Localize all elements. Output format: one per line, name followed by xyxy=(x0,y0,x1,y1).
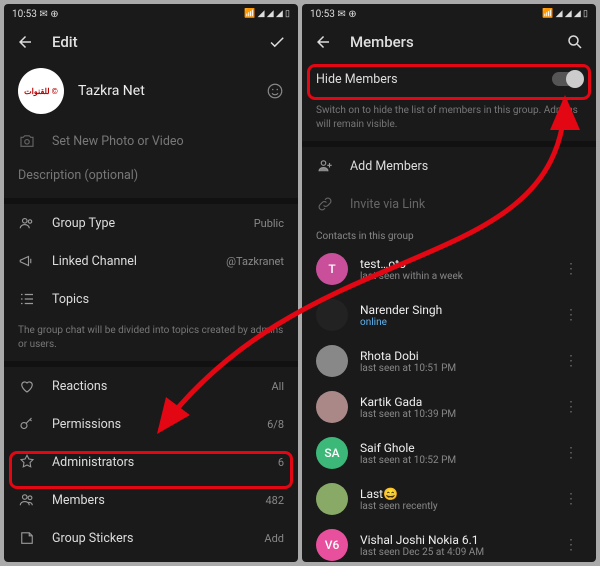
member-status: last seen at 10:39 PM xyxy=(360,409,548,420)
key-icon xyxy=(18,415,36,433)
member-name: Narender Singh xyxy=(360,303,548,317)
status-bar: 10:53 ✉ ⊕ 📶 ◢ ◢ ◢ ▯ xyxy=(4,4,298,24)
more-icon[interactable]: ⋮ xyxy=(560,307,582,323)
more-icon[interactable]: ⋮ xyxy=(560,353,582,369)
member-status: last seen Dec 25 at 4:09 AM xyxy=(360,547,548,558)
member-status: last seen at 10:51 PM xyxy=(360,363,548,374)
page-title: Members xyxy=(350,33,548,51)
more-icon[interactable]: ⋮ xyxy=(560,399,582,415)
member-info: Rhota Dobilast seen at 10:51 PM xyxy=(360,349,548,374)
add-person-icon xyxy=(316,157,334,175)
member-info: Kartik Gadalast seen at 10:39 PM xyxy=(360,395,548,420)
member-name: Saif Ghole xyxy=(360,441,548,455)
member-name: test…oto xyxy=(360,257,548,271)
camera-icon xyxy=(18,132,36,150)
sticker-icon xyxy=(18,529,36,547)
back-arrow-icon[interactable] xyxy=(16,33,34,51)
add-members-row[interactable]: Add Members xyxy=(302,147,596,185)
members-row[interactable]: Members 482 xyxy=(4,481,298,519)
group-name-input[interactable]: Tazkra Net xyxy=(78,83,252,99)
page-title: Edit xyxy=(52,33,250,51)
status-bar: 10:53 ✉ ⊕ 📶 ◢ ◢ ◢ ▯ xyxy=(302,4,596,24)
member-status: online xyxy=(360,317,548,328)
hide-members-row[interactable]: Hide Members xyxy=(302,60,596,98)
star-icon xyxy=(18,453,36,471)
member-name: Kartik Gada xyxy=(360,395,548,409)
member-name: Vishal Joshi Nokia 6.1 xyxy=(360,533,548,547)
topics-helper: The group chat will be divided into topi… xyxy=(4,318,298,361)
linked-channel-row[interactable]: Linked Channel @Tazkranet xyxy=(4,242,298,280)
emoji-icon[interactable] xyxy=(266,82,284,100)
back-arrow-icon[interactable] xyxy=(314,33,332,51)
more-icon[interactable]: ⋮ xyxy=(560,445,582,461)
member-row[interactable]: SA Saif Gholelast seen at 10:52 PM ⋮ xyxy=(302,430,596,476)
group-type-row[interactable]: Group Type Public xyxy=(4,204,298,242)
member-row[interactable]: Ttest…otolast seen within a week ⋮ xyxy=(302,246,596,292)
member-avatar xyxy=(316,483,348,515)
invite-via-link-row[interactable]: Invite via Link xyxy=(302,185,596,223)
member-avatar: V6 xyxy=(316,529,348,561)
member-info: test…otolast seen within a week xyxy=(360,257,548,282)
permissions-row[interactable]: Permissions 6/8 xyxy=(4,405,298,443)
link-icon xyxy=(316,195,334,213)
list-icon xyxy=(18,290,36,308)
member-avatar: T xyxy=(316,253,348,285)
more-icon[interactable]: ⋮ xyxy=(560,261,582,277)
member-row[interactable]: V6 Vishal Joshi Nokia 6.1last seen Dec 25… xyxy=(302,522,596,562)
member-info: Vishal Joshi Nokia 6.1last seen Dec 25 a… xyxy=(360,533,548,558)
group-stickers-row[interactable]: Group Stickers Add xyxy=(4,519,298,557)
topics-row[interactable]: Topics xyxy=(4,280,298,318)
phone-left-edit-screen: 10:53 ✉ ⊕ 📶 ◢ ◢ ◢ ▯ Edit للقنوات © Tazkr… xyxy=(4,4,298,562)
member-info: Narender Singhonline xyxy=(360,303,548,328)
member-status: last seen within a week xyxy=(360,271,548,282)
phone-right-members-screen: 10:53 ✉ ⊕ 📶 ◢ ◢ ◢ ▯ Members Hide Members… xyxy=(302,4,596,562)
member-row[interactable]: Kartik Gadalast seen at 10:39 PM ⋮ xyxy=(302,384,596,430)
member-row[interactable]: Rhota Dobilast seen at 10:51 PM ⋮ xyxy=(302,338,596,384)
members-icon xyxy=(18,491,36,509)
heart-icon xyxy=(18,377,36,395)
stickers-helper: You can choose a sticker set that will b… xyxy=(4,557,298,562)
set-photo-row[interactable]: Set New Photo or Video xyxy=(4,122,298,160)
member-row[interactable]: Narender Singhonline ⋮ xyxy=(302,292,596,338)
member-info: Saif Gholelast seen at 10:52 PM xyxy=(360,441,548,466)
member-avatar xyxy=(316,391,348,423)
contacts-header: Contacts in this group xyxy=(302,223,596,246)
member-avatar xyxy=(316,345,348,377)
group-avatar[interactable]: للقنوات © xyxy=(18,68,64,114)
member-name: Last😄 xyxy=(360,487,548,501)
megaphone-icon xyxy=(18,252,36,270)
confirm-check-icon[interactable] xyxy=(268,33,286,51)
member-status: last seen at 10:52 PM xyxy=(360,455,548,466)
description-input[interactable]: Description (optional) xyxy=(4,160,298,198)
hide-members-toggle[interactable] xyxy=(552,72,582,86)
search-icon[interactable] xyxy=(566,33,584,51)
member-avatar: SA xyxy=(316,437,348,469)
administrators-row[interactable]: Administrators 6 xyxy=(4,443,298,481)
hide-members-helper: Switch on to hide the list of members in… xyxy=(302,98,596,141)
member-name: Rhota Dobi xyxy=(360,349,548,363)
reactions-row[interactable]: Reactions All xyxy=(4,367,298,405)
member-row[interactable]: Last😄last seen recently ⋮ xyxy=(302,476,596,522)
more-icon[interactable]: ⋮ xyxy=(560,491,582,507)
more-icon[interactable]: ⋮ xyxy=(560,537,582,553)
member-avatar xyxy=(316,299,348,331)
member-info: Last😄last seen recently xyxy=(360,487,548,512)
member-status: last seen recently xyxy=(360,501,548,512)
group-icon xyxy=(18,214,36,232)
